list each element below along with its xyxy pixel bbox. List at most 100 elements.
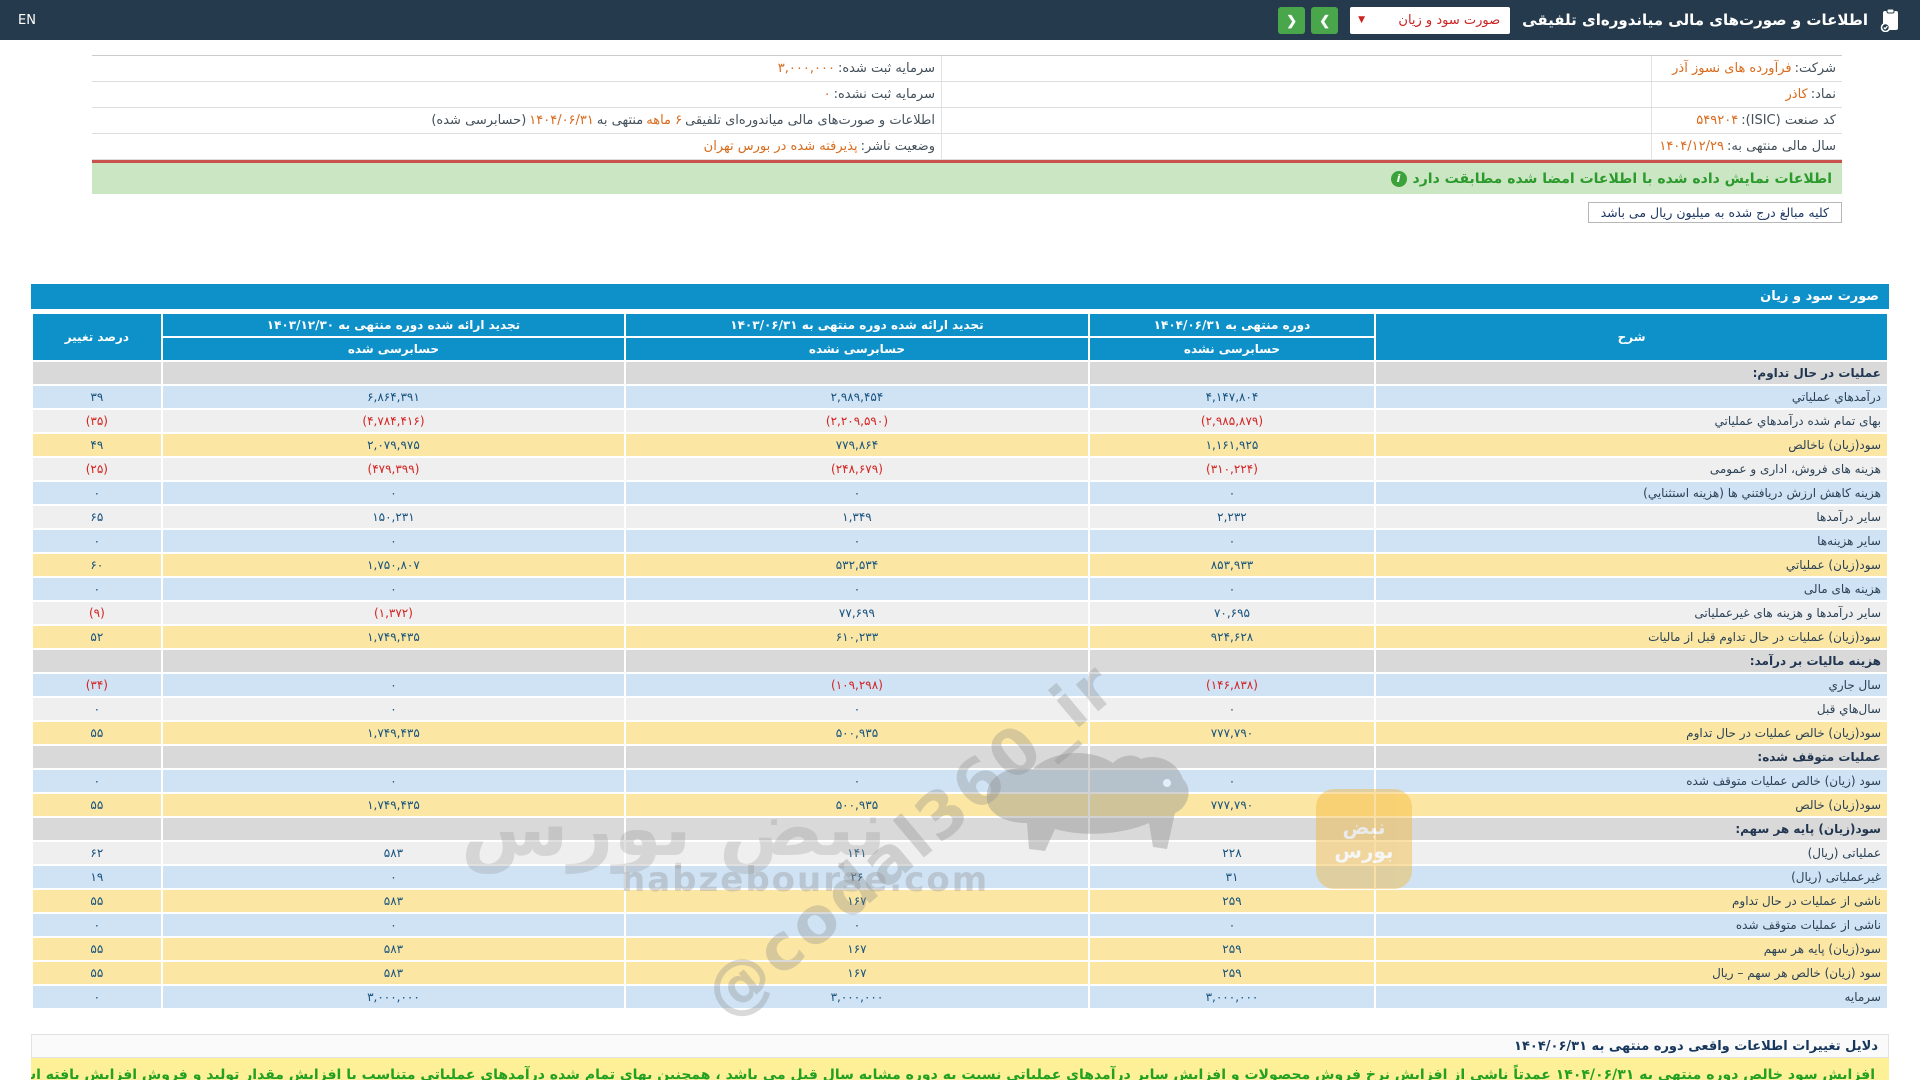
- value-change-percent: ۵۵: [33, 722, 161, 744]
- value-current-period: ۰: [1089, 914, 1375, 936]
- pager-buttons: ❯ ❮: [1278, 6, 1339, 34]
- value-prior-year: ۰: [162, 674, 625, 696]
- value-current-period: (۳۱۰,۲۲۴): [1089, 458, 1375, 480]
- value-current-period: ۰: [1089, 770, 1375, 792]
- row-label: ناشی از عملیات متوقف شده: [1376, 914, 1887, 936]
- value-prior-year: (۴,۷۸۴,۴۱۶): [162, 410, 625, 432]
- table-row: سود(زیان) خالص عملیات در حال تداوم ۷۷۷,۷۹…: [33, 722, 1887, 744]
- reasons-marquee-text: افزایش سود خالص دوره منتهی به ۱۴۰۴/۰۶/۳۱…: [31, 1067, 1875, 1080]
- table-row: سود(زیان) عملیات در حال تداوم قبل از مال…: [33, 626, 1887, 648]
- value-prior-period: ۰: [626, 530, 1088, 552]
- table-title: صورت سود و زیان: [31, 284, 1889, 309]
- value-prior-period: ۰: [626, 482, 1088, 504]
- company-info-cell-spacer: [941, 134, 1651, 159]
- value-change-percent: [33, 362, 161, 384]
- table-row: سال‌هاي قبل ۰ ۰ ۰ ۰: [33, 698, 1887, 720]
- value-prior-year: ۵۸۳: [162, 938, 625, 960]
- row-label: سود(زیان) خالص: [1376, 794, 1887, 816]
- row-label: سود(زیان) خالص عملیات در حال تداوم: [1376, 722, 1887, 744]
- value-prior-period: [626, 362, 1088, 384]
- value-current-period: ۲۲۸: [1089, 842, 1375, 864]
- value-current-period: ۰: [1089, 578, 1375, 600]
- value-prior-period: ۰: [626, 770, 1088, 792]
- info-value: ۰: [823, 87, 831, 102]
- info-value: کاذر: [1785, 87, 1808, 102]
- value-change-percent: ۵۲: [33, 626, 161, 648]
- row-label: سود(زیان) پایه هر سهم:: [1376, 818, 1887, 840]
- value-prior-period: ۱۴۱: [626, 842, 1088, 864]
- value-prior-period: ۳,۰۰۰,۰۰۰: [626, 986, 1088, 1008]
- value-prior-year: (۴۷۹,۳۹۹): [162, 458, 625, 480]
- reasons-marquee: افزایش سود خالص دوره منتهی به ۱۴۰۴/۰۶/۳۱…: [31, 1058, 1889, 1080]
- value-prior-period: ۷۷,۶۹۹: [626, 602, 1088, 624]
- value-prior-period: (۱۰۹,۲۹۸): [626, 674, 1088, 696]
- value-prior-year: ۵۸۳: [162, 842, 625, 864]
- column-header-prev: تجدید ارائه شده دوره منتهی به ۱۴۰۳/۰۶/۳۱: [626, 314, 1088, 336]
- value-prior-year: ۰: [162, 698, 625, 720]
- value-prior-year: ۰: [162, 770, 625, 792]
- row-label: سایر درآمدها و هزینه های غیرعملیاتی: [1376, 602, 1887, 624]
- table-row: سود(زیان) پایه هر سهم ۲۵۹ ۱۶۷ ۵۸۳ ۵۵: [33, 938, 1887, 960]
- value-prior-period: [626, 650, 1088, 672]
- info-icon: i: [1390, 170, 1407, 187]
- column-header-desc: شرح: [1376, 314, 1887, 360]
- value-prior-year: [162, 650, 625, 672]
- value-prior-period: ۱۶۷: [626, 962, 1088, 984]
- value-change-percent: [33, 818, 161, 840]
- column-header-current: دوره منتهی به ۱۴۰۴/۰۶/۳۱: [1089, 314, 1375, 336]
- info-value: پذیرفته شده در بورس تهران: [703, 139, 858, 154]
- top-bar: اطلاعات و صورت‌های مالی میاندوره‌ای تلفی…: [0, 0, 1920, 40]
- value-change-percent: ۵۵: [33, 794, 161, 816]
- table-row: سود (زیان) خالص هر سهم – ریال ۲۵۹ ۱۶۷ ۵۸۳ ۵۵: [33, 962, 1887, 984]
- info-label: کد صنعت (ISIC):: [1741, 113, 1836, 128]
- company-info-cell-left: اطلاعات و صورت‌های مالی میاندوره‌ای تلفی…: [92, 108, 941, 133]
- value-current-period: ۲,۲۳۲: [1089, 506, 1375, 528]
- row-label: هزینه کاهش ارزش دریافتني ها (هزینه استثن…: [1376, 482, 1887, 504]
- row-label: سود(زیان) عملیات در حال تداوم قبل از مال…: [1376, 626, 1887, 648]
- value-prior-period: ۱۶۷: [626, 890, 1088, 912]
- company-info-row: کد صنعت (ISIC): ۵۴۹۲۰۴ اطلاعات و صورت‌ها…: [92, 108, 1842, 134]
- value-prior-year: ۱۵۰,۲۳۱: [162, 506, 625, 528]
- info-label: اطلاعات و صورت‌های مالی میاندوره‌ای تلفی…: [685, 113, 935, 128]
- value-prior-year: ۰: [162, 530, 625, 552]
- value-prior-year: ۵۸۳: [162, 890, 625, 912]
- value-change-percent: ۰: [33, 482, 161, 504]
- value-current-period: ۷۰,۶۹۵: [1089, 602, 1375, 624]
- next-statement-button[interactable]: ❯: [1311, 6, 1339, 34]
- reasons-title: دلایل تغییرات اطلاعات واقعی دوره منتهی ب…: [1514, 1038, 1878, 1054]
- row-label: سال‌هاي قبل: [1376, 698, 1887, 720]
- language-toggle-en[interactable]: EN: [18, 13, 36, 28]
- value-prior-year: ۱,۷۵۰,۸۰۷: [162, 554, 625, 576]
- value-current-period: ۳۱: [1089, 866, 1375, 888]
- value-prior-year: ۱,۷۴۹,۴۳۵: [162, 722, 625, 744]
- value-current-period: ۹۲۴,۶۲۸: [1089, 626, 1375, 648]
- company-info-row: سال مالی منتهی به: ۱۴۰۴/۱۲/۲۹ وضعیت ناشر…: [92, 134, 1842, 160]
- value-prior-period: ۵۰۰,۹۳۵: [626, 722, 1088, 744]
- info-value: فرآورده های نسوز آذر: [1672, 61, 1792, 76]
- value-change-percent: ۵۵: [33, 938, 161, 960]
- table-row: درآمدهاي عملياتي ۴,۱۴۷,۸۰۴ ۲,۹۸۹,۴۵۴ ۶,۸۶۴,…: [33, 386, 1887, 408]
- row-label: سود(زیان) عملياتي: [1376, 554, 1887, 576]
- statement-select[interactable]: صورت سود و زیان ▼: [1350, 6, 1511, 34]
- value-prior-period: (۲,۲۰۹,۵۹۰): [626, 410, 1088, 432]
- row-label: سایر هزینه‌ها: [1376, 530, 1887, 552]
- section-row: عملیات در حال تداوم:: [33, 362, 1887, 384]
- value-change-percent: ۵۵: [33, 890, 161, 912]
- table-row: سایر درآمدها و هزینه های غیرعملیاتی ۷۰,۶۹…: [33, 602, 1887, 624]
- value-change-percent: (۳۵): [33, 410, 161, 432]
- value-current-period: ۳,۰۰۰,۰۰۰: [1089, 986, 1375, 1008]
- section-row: عملیات متوقف شده:: [33, 746, 1887, 768]
- value-prior-period: [626, 746, 1088, 768]
- value-change-percent: [33, 746, 161, 768]
- value-prior-year: ۰: [162, 482, 625, 504]
- info-label: سرمایه ثبت شده:: [837, 61, 935, 76]
- table-row: سود(زیان) ناخالص ۱,۱۶۱,۹۲۵ ۷۷۹,۸۶۴ ۲,۰۷۹,۹۷…: [33, 434, 1887, 456]
- previous-statement-button[interactable]: ❮: [1278, 6, 1306, 34]
- value-current-period: ۰: [1089, 530, 1375, 552]
- value-current-period: [1089, 746, 1375, 768]
- value-prior-year: ۰: [162, 578, 625, 600]
- value-prior-period: ۱,۳۴۹: [626, 506, 1088, 528]
- value-prior-year: ۱,۷۴۹,۴۳۵: [162, 794, 625, 816]
- row-label: سایر درآمدها: [1376, 506, 1887, 528]
- table-row: سود (زیان) خالص عملیات متوقف شده ۰ ۰ ۰ ۰: [33, 770, 1887, 792]
